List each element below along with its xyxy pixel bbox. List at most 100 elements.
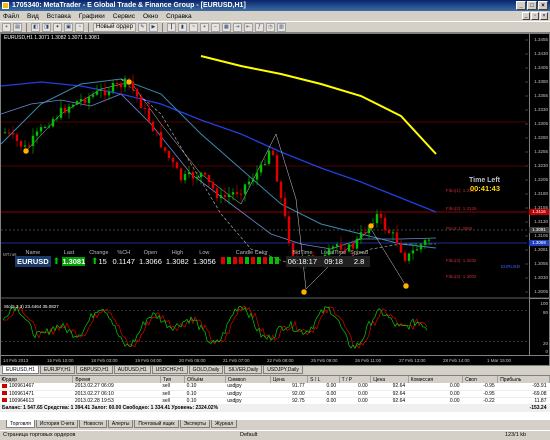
menu-view[interactable]: Вид [27, 13, 39, 20]
order-cell-wrap: 11.87 [497, 397, 550, 405]
orders-column-header[interactable]: S / L [307, 376, 340, 383]
balance-profit: -153.24 [497, 404, 550, 412]
chart-tab[interactable]: EURUSD,H1 [2, 366, 39, 374]
menu-insert[interactable]: Вставка [47, 13, 71, 20]
orders-column-header[interactable]: Цена [270, 376, 309, 383]
price-chart[interactable]: Fibo(1): 1.3141Fibo(2): 1.3126Pivot: 1.3… [1, 34, 549, 365]
candle-body [23, 145, 27, 147]
terminal-tab[interactable]: Почтовый ящик [134, 420, 179, 428]
candle-color-swatch [262, 257, 267, 264]
templates-icon[interactable]: ▥ [276, 22, 286, 32]
terminal-tab[interactable]: Торговля [6, 420, 35, 428]
menu-window[interactable]: Окно [143, 13, 158, 20]
chart-tabs: EURUSD,H1 EURJPY,H1 GBPUSD,H1 AUDUSD,H1 USDC… [0, 366, 550, 375]
candle-body [359, 232, 363, 239]
data-window-icon[interactable]: ◨ [42, 22, 51, 32]
tile-icon[interactable]: ▦ [221, 22, 231, 32]
blue-level-price-box: 1.3069 [529, 240, 549, 246]
candle-color-swatch [250, 257, 255, 264]
order-cell: usdjpy [227, 390, 242, 397]
autoscroll-icon[interactable]: ⇥ [232, 22, 242, 32]
orders-column-header[interactable]: Прибыль [497, 376, 550, 383]
candle-body [195, 177, 199, 179]
orders-column-header[interactable]: Цена [370, 376, 409, 383]
terminal-panel: × Ордер Время Тип Объём Символ Цена S / LT / P… [0, 375, 550, 420]
terminal-tab[interactable]: Журнал [210, 420, 238, 428]
window-title: 1705340: MetaTrader - E Global Trade & F… [12, 2, 246, 9]
terminal-tab[interactable]: Новости [79, 420, 107, 428]
tester-icon[interactable]: ◔ [75, 22, 84, 32]
ma-yellow [200, 55, 437, 155]
chart-tab[interactable]: USDCHF,H1 [151, 366, 188, 374]
order-cell-wrap: 0.00 [307, 397, 340, 405]
candle-color-swatch [226, 257, 231, 264]
zoom-in-icon[interactable]: + [199, 22, 209, 32]
chart-tab[interactable]: GBPUSD,H1 [75, 366, 113, 374]
orders-column-header[interactable]: Символ [225, 376, 271, 383]
indicators-icon[interactable]: ƒ [254, 22, 264, 32]
terminal-tab[interactable]: История Счета [35, 420, 79, 428]
terminal-tab[interactable]: Алерты [107, 420, 134, 428]
candle-body [155, 131, 159, 133]
maximize-button[interactable]: □ [527, 1, 537, 10]
candle-body [203, 172, 207, 175]
order-cell: 2013.02.27 06:09 [74, 383, 114, 390]
new-chart-icon[interactable]: + [2, 22, 11, 32]
time-label: 14 Feb 2013 [3, 358, 29, 363]
orders-column-header[interactable]: Ордер [0, 376, 74, 383]
zoom-out-icon[interactable]: − [210, 22, 220, 32]
menu-charts[interactable]: Графики [79, 13, 105, 20]
candlestick-icon[interactable]: ▮ [177, 22, 187, 32]
child-restore-button[interactable]: ▫ [531, 12, 539, 20]
close-button[interactable]: × [538, 1, 548, 10]
terminal-close-icon[interactable]: × [1, 377, 5, 383]
order-cell-wrap: 0.00 [408, 383, 463, 391]
menu-help[interactable]: Справка [166, 13, 192, 20]
auto-trading-icon[interactable]: ▶ [148, 22, 158, 32]
orders-column-header[interactable]: T / P [339, 376, 372, 383]
bar-chart-icon[interactable]: ┃ [166, 22, 176, 32]
fractal-marker [125, 78, 133, 86]
chart-tab[interactable]: USDJPY,Daily [263, 366, 303, 374]
market-watch-icon[interactable]: ◧ [31, 22, 40, 32]
terminal-icon[interactable]: ▣ [64, 22, 73, 32]
time-label: 21 Feb 07:00 [223, 358, 250, 363]
periods-icon[interactable]: ◷ [265, 22, 275, 32]
meta-editor-icon[interactable]: ✎ [137, 22, 147, 32]
orders-column-header[interactable]: Объём [184, 376, 226, 383]
chart-window[interactable]: Fibo(1): 1.3141 Fibo(2): 1.3126 Pivot: 1.3… [0, 33, 550, 366]
new-order-button[interactable]: Новый ордер [93, 22, 136, 32]
profiles-icon[interactable]: ▤ [13, 22, 22, 32]
terminal-tab[interactable]: Эксперты [179, 420, 210, 428]
candle-body [395, 232, 399, 244]
minimize-button[interactable]: _ [516, 1, 526, 10]
line-chart-icon[interactable]: ~ [188, 22, 198, 32]
order-row[interactable]: 100964613 2013.02.28 19:53 sell 0.10 usdjpy 9… [0, 397, 550, 405]
chart-tab[interactable]: GOLD,Daily [188, 366, 224, 374]
stoch-scale-label: 0 [545, 349, 548, 354]
chart-tab[interactable]: EURJPY,H1 [39, 366, 75, 374]
menu-file[interactable]: Файл [3, 13, 19, 20]
child-close-button[interactable]: × [540, 12, 548, 20]
candle-body [331, 246, 335, 249]
time-label: 26 Feb 11:00 [355, 358, 382, 363]
app-icon [2, 2, 9, 9]
navigator-icon[interactable]: ✦ [53, 22, 62, 32]
order-row[interactable]: 100961467 2013.02.27 06:09 sell 0.10 usdjpy 9… [0, 383, 550, 391]
order-cell: 92.00 [292, 390, 305, 397]
chart-tab[interactable]: AUDUSD,H1 [113, 366, 151, 374]
order-row[interactable]: 100961471 2013.02.27 06:10 sell 0.10 usdjpy 9… [0, 390, 550, 398]
status-traffic: 123/1 kb [505, 432, 527, 438]
orders-column-header[interactable]: Тип [160, 376, 186, 383]
orders-column-header[interactable]: Комиссия [408, 376, 464, 383]
child-minimize-button[interactable]: _ [522, 12, 530, 20]
orders-column-header[interactable]: Время [72, 376, 161, 383]
orders-column-header[interactable]: Своп [462, 376, 499, 383]
time-label: 25 Feb 09:00 [311, 358, 338, 363]
chart-shift-icon[interactable]: ⇤ [243, 22, 253, 32]
price-label: 1.3081 [534, 247, 548, 252]
candle-body [159, 131, 163, 148]
chart-tab[interactable]: SILVER,Daily [224, 366, 263, 374]
menu-tools[interactable]: Сервис [113, 13, 135, 20]
candle-body [39, 127, 43, 132]
